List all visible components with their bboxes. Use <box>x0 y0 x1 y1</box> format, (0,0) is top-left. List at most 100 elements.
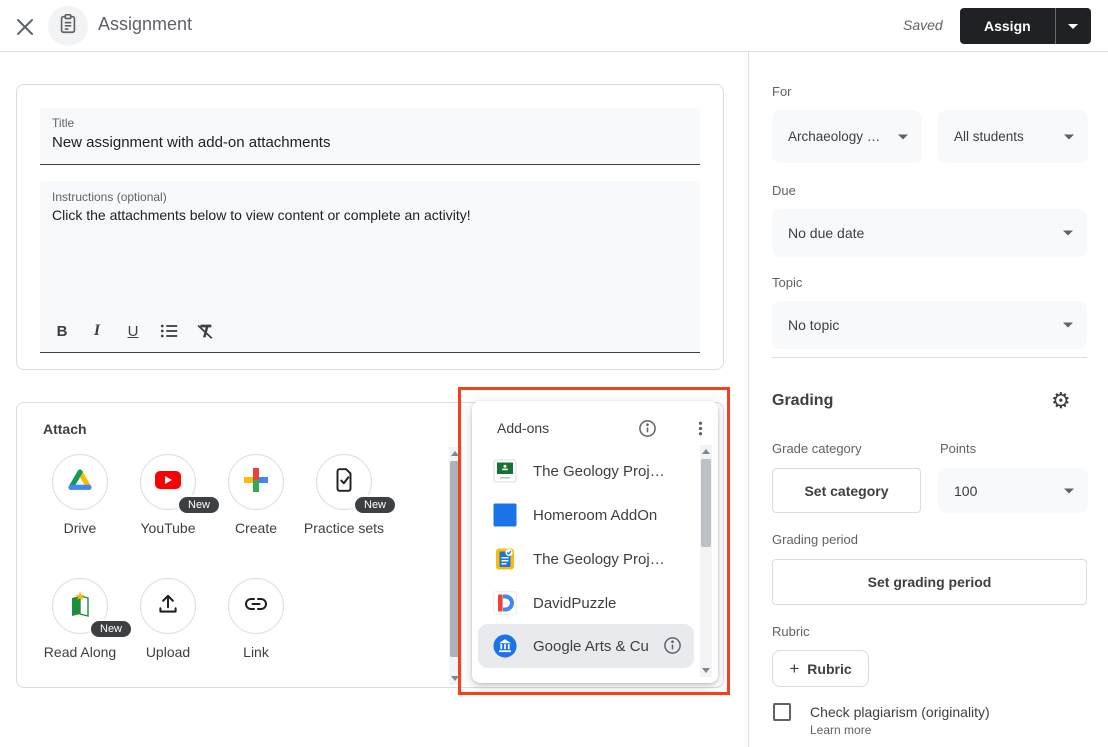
attach-scrollbar-thumb[interactable] <box>450 461 461 657</box>
link-icon <box>242 590 270 623</box>
assign-dropdown-button[interactable] <box>1056 8 1091 44</box>
title-field-value: New assignment with add-on attachments <box>52 134 330 151</box>
addon-info-icon[interactable] <box>663 636 682 660</box>
davidpuzzle-icon <box>493 591 517 615</box>
create-plus-icon <box>242 466 270 499</box>
addon-item-homeroom[interactable]: Homeroom AddOn <box>478 493 694 537</box>
bulleted-list-icon[interactable] <box>156 318 182 344</box>
clear-formatting-icon[interactable] <box>192 318 218 344</box>
addon-item-label: Google Arts & Cu <box>533 638 649 655</box>
close-icon[interactable] <box>14 16 36 38</box>
attach-option-youtube[interactable]: New YouTube <box>124 454 212 538</box>
sidebar-divider <box>748 52 749 747</box>
addons-scrollbar-thumb[interactable] <box>701 459 711 547</box>
attach-option-label: Upload <box>124 642 212 662</box>
addon-item-davidpuzzle[interactable]: DavidPuzzle <box>478 581 694 625</box>
chevron-down-icon <box>1068 24 1078 29</box>
italic-icon[interactable]: I <box>84 318 110 344</box>
students-select[interactable]: All students <box>938 110 1088 163</box>
attach-scrollbar[interactable] <box>449 447 462 685</box>
addons-title: Add-ons <box>497 420 549 436</box>
addons-more-menu-icon[interactable] <box>691 419 710 443</box>
for-label: For <box>772 84 792 99</box>
set-category-button[interactable]: Set category <box>772 468 921 513</box>
grading-heading: Grading <box>772 392 833 410</box>
set-grading-period-button[interactable]: Set grading period <box>772 559 1087 605</box>
class-select[interactable]: Archaeology … <box>772 110 922 163</box>
chevron-down-icon <box>1063 231 1073 236</box>
add-rubric-button-label: Rubric <box>807 661 851 677</box>
attach-option-label: YouTube <box>124 518 212 538</box>
attach-option-label: Practice sets <box>300 518 388 538</box>
clipboard-checklist-icon <box>493 547 517 571</box>
attach-option-upload[interactable]: Upload <box>124 578 212 662</box>
addon-item-label: The Geology Proj… <box>533 463 665 480</box>
instructions-field[interactable]: Instructions (optional) Click the attach… <box>40 181 700 353</box>
addon-item-geology-project-1[interactable]: The Geology Proj… <box>478 449 694 493</box>
scroll-up-icon[interactable] <box>702 449 710 454</box>
bold-icon[interactable]: B <box>49 318 75 344</box>
scroll-down-icon[interactable] <box>702 668 710 673</box>
title-field[interactable]: Title New assignment with add-on attachm… <box>40 108 700 165</box>
new-badge: New <box>89 619 133 639</box>
topic-label: Topic <box>772 275 802 290</box>
youtube-icon <box>154 470 182 495</box>
points-select[interactable]: 100 <box>938 468 1088 513</box>
addon-item-google-arts-culture[interactable]: Google Arts & Cu <box>478 624 694 668</box>
scroll-up-icon[interactable] <box>451 451 459 456</box>
practice-sets-icon <box>331 467 357 498</box>
addon-item-geology-project-2[interactable]: The Geology Proj… <box>478 537 694 581</box>
rubric-label: Rubric <box>772 624 810 639</box>
grade-category-label: Grade category <box>772 441 862 456</box>
due-date-select[interactable]: No due date <box>772 209 1087 257</box>
chevron-down-icon <box>1064 488 1074 493</box>
topic-select[interactable]: No topic <box>772 301 1087 349</box>
addons-info-icon[interactable] <box>638 419 657 443</box>
add-rubric-button[interactable]: + Rubric <box>772 650 869 687</box>
attach-option-label: Create <box>212 518 300 538</box>
section-divider <box>772 357 1087 358</box>
underline-icon[interactable]: U <box>120 318 146 344</box>
chevron-down-icon <box>1063 323 1073 328</box>
addons-popup: Add-ons The Geolo <box>472 401 718 683</box>
attach-option-read-along[interactable]: New Read Along <box>36 578 124 662</box>
instructions-field-value: Click the attachments below to view cont… <box>52 207 471 223</box>
points-value: 100 <box>954 483 977 499</box>
homeroom-icon <box>493 503 517 527</box>
assign-split-button: Assign <box>960 8 1091 44</box>
new-badge: New <box>353 495 397 515</box>
plagiarism-label: Check plagiarism (originality) <box>810 704 990 720</box>
new-badge: New <box>177 495 221 515</box>
attach-option-practice-sets[interactable]: New Practice sets <box>300 454 388 538</box>
attach-heading: Attach <box>43 421 87 437</box>
addon-item-label: The Geology Proj… <box>533 551 665 568</box>
plus-icon: + <box>789 659 799 679</box>
attach-option-label: Read Along <box>36 642 124 662</box>
class-select-value: Archaeology … <box>788 129 880 144</box>
points-label: Points <box>940 441 976 456</box>
grading-period-label: Grading period <box>772 532 858 547</box>
saved-status: Saved <box>903 17 943 33</box>
due-label: Due <box>772 183 796 198</box>
due-date-value: No due date <box>788 225 864 241</box>
attach-option-label: Drive <box>36 518 124 538</box>
top-bar: Assignment Saved Assign <box>0 0 1108 52</box>
addons-scrollbar[interactable] <box>700 445 712 677</box>
assignment-editor-page: Assignment Saved Assign Title New assign… <box>0 0 1108 747</box>
assignment-type-badge <box>48 6 88 46</box>
google-classroom-icon <box>493 459 517 483</box>
addon-item-label: Homeroom AddOn <box>533 507 657 524</box>
attach-option-link[interactable]: Link <box>212 578 300 662</box>
topic-value: No topic <box>788 317 839 333</box>
attach-option-create[interactable]: Create <box>212 454 300 538</box>
assign-button[interactable]: Assign <box>960 8 1056 44</box>
instructions-field-label: Instructions (optional) <box>52 190 167 204</box>
clipboard-icon <box>57 13 79 40</box>
arts-culture-icon <box>493 634 517 658</box>
gear-icon[interactable]: ⚙ <box>1051 389 1071 414</box>
title-field-label: Title <box>52 116 74 130</box>
scroll-down-icon[interactable] <box>451 676 459 681</box>
attach-option-drive[interactable]: Drive <box>36 454 124 538</box>
plagiarism-checkbox[interactable] <box>773 703 791 721</box>
learn-more-link[interactable]: Learn more <box>810 723 871 737</box>
